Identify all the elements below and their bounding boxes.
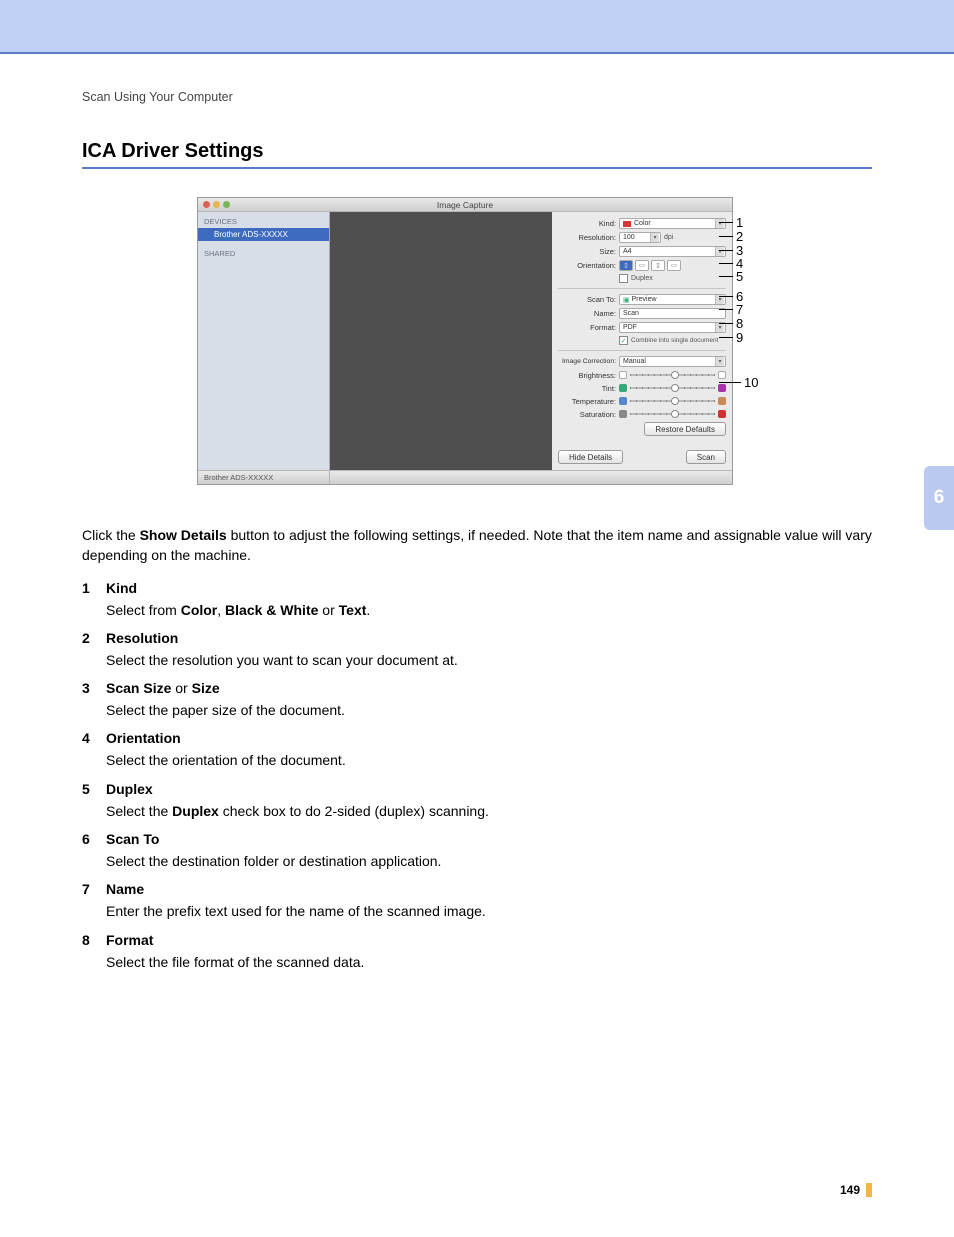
orientation-landscape-button: ▭: [635, 260, 649, 271]
window-title: Image Capture: [198, 200, 732, 210]
title-rule: [82, 167, 872, 169]
item-body: Select the orientation of the document.: [106, 750, 872, 770]
item-heading: Scan Size or Size: [106, 680, 220, 696]
page-footer: 149: [840, 1183, 872, 1197]
kind-label: Kind:: [558, 219, 616, 228]
name-input: Scan: [619, 308, 726, 319]
sidebar-devices-header: DEVICES: [198, 215, 329, 228]
item-heading: Duplex: [106, 781, 153, 797]
item-number: 4: [82, 730, 96, 746]
kind-select: Color▾: [619, 218, 726, 229]
item-body: Select the Duplex check box to do 2-side…: [106, 801, 872, 821]
resolution-select: 100▾: [619, 232, 661, 243]
orientation-flip-v-button: ▯: [651, 260, 665, 271]
orientation-portrait-button: ▯: [619, 260, 633, 271]
item-heading: Kind: [106, 580, 137, 596]
scan-button: Scan: [686, 450, 726, 464]
callout-8: 8: [736, 316, 743, 331]
item-heading: Format: [106, 932, 153, 948]
scan-to-label: Scan To:: [558, 295, 616, 304]
item-number: 7: [82, 881, 96, 897]
page-number: 149: [840, 1183, 860, 1197]
combine-checkbox: ✓: [619, 336, 628, 345]
brightness-slider: [619, 370, 726, 380]
hide-details-button: Hide Details: [558, 450, 623, 464]
resolution-label: Resolution:: [558, 233, 616, 242]
top-banner: [0, 0, 954, 52]
scan-to-select: ▣Preview▾: [619, 294, 726, 305]
brightness-label: Brightness:: [558, 371, 616, 380]
duplex-checkbox: [619, 274, 628, 283]
item-number: 5: [82, 781, 96, 797]
item-heading: Resolution: [106, 630, 178, 646]
image-correction-select: Manual▾: [619, 356, 726, 367]
screenshot-figure: Image Capture DEVICES Brother ADS-XXXXX …: [197, 197, 757, 485]
resolution-unit: dpi: [664, 234, 673, 241]
saturation-label: Saturation:: [558, 410, 616, 419]
item-body: Select the file format of the scanned da…: [106, 952, 872, 972]
callout-2: 2: [736, 229, 743, 244]
saturation-slider: [619, 409, 726, 419]
callout-10: 10: [744, 375, 758, 390]
item-number: 6: [82, 831, 96, 847]
intro-paragraph: Click the Show Details button to adjust …: [82, 525, 872, 566]
item-number: 1: [82, 580, 96, 596]
page-title: ICA Driver Settings: [82, 140, 872, 163]
temperature-label: Temperature:: [558, 397, 616, 406]
orientation-flip-h-button: ▭: [667, 260, 681, 271]
duplex-label: Duplex: [631, 275, 653, 282]
item-body: Select the paper size of the document.: [106, 700, 872, 720]
page-marker-icon: [866, 1183, 872, 1197]
size-label: Size:: [558, 247, 616, 256]
callout-9: 9: [736, 330, 743, 345]
item-number: 8: [82, 932, 96, 948]
item-heading: Scan To: [106, 831, 159, 847]
item-number: 3: [82, 680, 96, 696]
callout-1: 1: [736, 215, 743, 230]
preview-area: [330, 212, 552, 470]
sidebar-shared-header: SHARED: [198, 247, 329, 260]
item-number: 2: [82, 630, 96, 646]
color-swatch-icon: [623, 221, 631, 227]
callout-7: 7: [736, 302, 743, 317]
item-body: Select from Color, Black & White or Text…: [106, 600, 872, 620]
size-select: A4▾: [619, 246, 726, 257]
format-label: Format:: [558, 323, 616, 332]
breadcrumb: Scan Using Your Computer: [82, 90, 872, 104]
orientation-label: Orientation:: [558, 261, 616, 270]
item-body: Select the resolution you want to scan y…: [106, 650, 872, 670]
status-text: Brother ADS-XXXXX: [198, 471, 330, 484]
item-heading: Orientation: [106, 730, 181, 746]
item-body: Select the destination folder or destina…: [106, 851, 872, 871]
sidebar-device-item: Brother ADS-XXXXX: [198, 228, 329, 241]
restore-defaults-button: Restore Defaults: [644, 422, 726, 436]
item-heading: Name: [106, 881, 144, 897]
tint-label: Tint:: [558, 384, 616, 393]
image-correction-label: Image Correction:: [558, 358, 616, 365]
name-label: Name:: [558, 309, 616, 318]
temperature-slider: [619, 396, 726, 406]
tint-slider: [619, 383, 726, 393]
item-body: Enter the prefix text used for the name …: [106, 901, 872, 921]
combine-label: Combine into single document: [631, 337, 718, 344]
callout-5: 5: [736, 269, 743, 284]
format-select: PDF▾: [619, 322, 726, 333]
